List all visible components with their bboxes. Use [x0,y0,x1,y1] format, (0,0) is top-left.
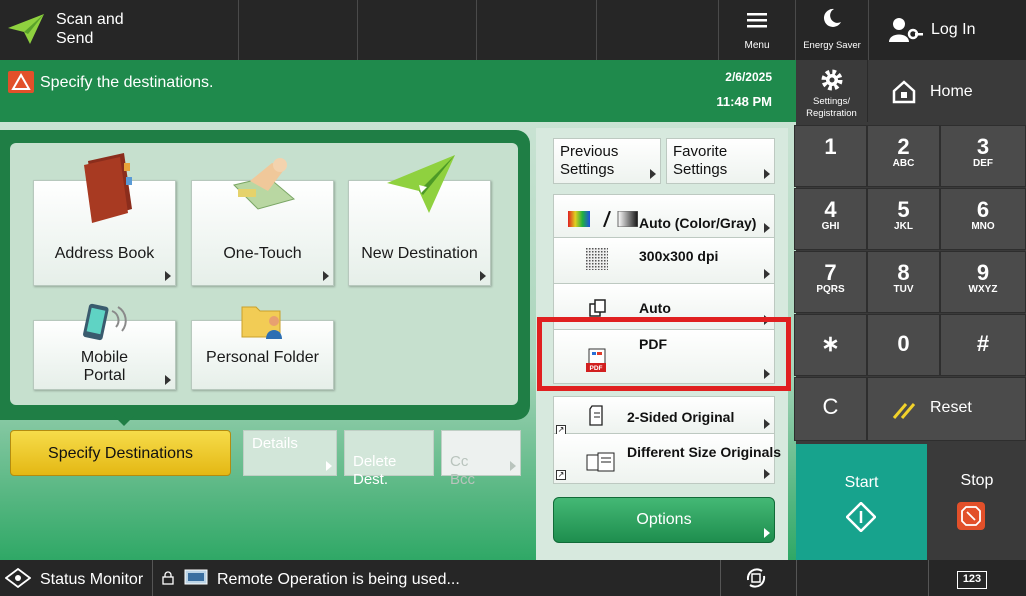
address-book-icon [84,153,132,223]
two-sided-icon [589,405,603,426]
mobile-portal-label: Mobile Portal [80,349,129,384]
address-book-button[interactable]: Address Book [33,153,176,286]
home-icon [892,80,916,104]
menu-label: Menu [744,40,770,51]
key-7[interactable]: 7 PQRS [794,251,867,313]
login-label: Log In [931,21,976,38]
key-2[interactable]: 2 ABC [867,125,940,187]
two-sided-label: 2-Sided Original [627,409,735,425]
different-size-icon [586,452,615,472]
app-title: Scan and Send [56,11,124,47]
scan-send-icon [8,14,44,44]
remote-monitor-icon [184,569,208,585]
previous-settings-button[interactable]: Previous Settings [553,138,661,184]
key-1[interactable]: 1 [794,125,867,187]
key-5[interactable]: 5 JKL [867,188,940,250]
details-button[interactable]: Details [243,430,337,476]
start-button[interactable]: Start [796,444,927,560]
stop-icon [957,502,985,530]
instruction-message: Specify the destinations. [40,74,214,91]
new-destination-icon [387,155,455,213]
highlight-box [537,317,791,391]
lock-icon [162,571,174,585]
sync-icon[interactable] [742,566,770,590]
personal-folder-icon [241,306,282,339]
settings-registration-label: Settings/ Registration [806,96,857,119]
scan-size-label: Auto [639,300,671,316]
key-8[interactable]: 8 TUV [867,251,940,313]
new-destination-button[interactable]: New Destination [348,155,491,286]
color-mode-setting[interactable]: Auto (Color/Gray) [553,194,775,238]
home-button[interactable]: Home [868,60,1026,122]
specify-destinations-button[interactable]: Specify Destinations [10,430,231,476]
warning-icon [8,71,34,93]
shortcut-icon-2: ↗ [556,470,566,480]
reset-icon [892,403,916,419]
key-3[interactable]: 3 DEF [940,125,1026,187]
key-hash[interactable]: # [940,314,1026,376]
specify-destinations-label: Specify Destinations [48,445,193,462]
one-touch-icon [233,158,296,210]
favorite-settings-button[interactable]: Favorite Settings [666,138,775,184]
favorite-settings-label: Favorite Settings [673,143,728,178]
options-button[interactable]: Options [553,497,775,543]
remote-operation-message: Remote Operation is being used... [217,571,460,588]
user-key-icon [889,18,923,42]
menu-button[interactable]: Menu [719,0,795,60]
reset-key[interactable]: Reset [867,377,1026,441]
one-touch-label: One-Touch [223,245,302,262]
status-bar: Status Monitor Remote Operation is being… [0,560,1026,596]
key-4[interactable]: 4 GHI [794,188,867,250]
cc-bcc-button[interactable]: Cc Bcc [441,430,521,488]
start-label: Start [844,474,879,491]
login-button[interactable]: Log In [868,0,1026,60]
settings-registration-button[interactable]: Settings/ Registration [796,60,868,122]
counter-label: 123 [962,573,982,585]
key-9[interactable]: 9 WXYZ [940,251,1026,313]
scan-size-icon [589,299,606,317]
reset-label: Reset [930,399,972,416]
new-destination-label: New Destination [361,245,478,262]
panel-pointer [114,416,134,426]
details-label: Details [252,435,298,452]
resolution-label: 300x300 dpi [639,248,719,264]
color-gray-icon [568,211,638,227]
different-size-label: Different Size Originals [627,444,782,460]
key-asterisk[interactable]: ∗ [794,314,867,376]
delete-dest-button[interactable]: Delete Dest. [344,430,434,488]
top-bar: Scan and Send Menu Energy Saver [0,0,868,60]
cc-bcc-label: Cc Bcc [450,453,476,488]
options-label: Options [636,511,692,528]
mobile-portal-icon [83,303,127,341]
stop-button[interactable]: Stop [928,444,1026,560]
home-label: Home [930,83,973,100]
clear-key[interactable]: C [794,377,867,441]
resolution-setting[interactable]: 300x300 dpi [553,238,775,284]
counter-button[interactable]: 123 [957,571,987,589]
address-book-label: Address Book [54,245,155,262]
key-6[interactable]: 6 MNO [940,188,1026,250]
resolution-icon [586,248,608,270]
date-display: 2/6/2025 [725,70,772,84]
energy-saver-label: Energy Saver [803,40,861,51]
moon-icon [823,8,841,27]
mobile-portal-button[interactable]: Mobile Portal [33,303,176,390]
energy-saver-button[interactable]: Energy Saver [796,0,868,60]
one-touch-button[interactable]: One-Touch [191,158,334,286]
personal-folder-button[interactable]: Personal Folder [191,306,334,390]
time-display: 11:48 PM [716,94,772,109]
status-monitor-icon [5,568,31,588]
different-size-originals-setting[interactable]: Different Size Originals [553,434,781,484]
previous-settings-label: Previous Settings [560,143,619,178]
status-monitor-label: Status Monitor [40,571,144,588]
status-monitor-button[interactable]: Status Monitor [0,560,150,596]
personal-folder-label: Personal Folder [206,349,319,366]
key-0[interactable]: 0 [867,314,940,376]
stop-label: Stop [960,472,994,489]
hamburger-icon [747,13,767,28]
color-mode-label: Auto (Color/Gray) [639,215,757,231]
start-icon [846,502,876,532]
two-sided-original-setting[interactable]: 2-Sided Original [553,396,775,434]
gear-icon [821,69,843,91]
